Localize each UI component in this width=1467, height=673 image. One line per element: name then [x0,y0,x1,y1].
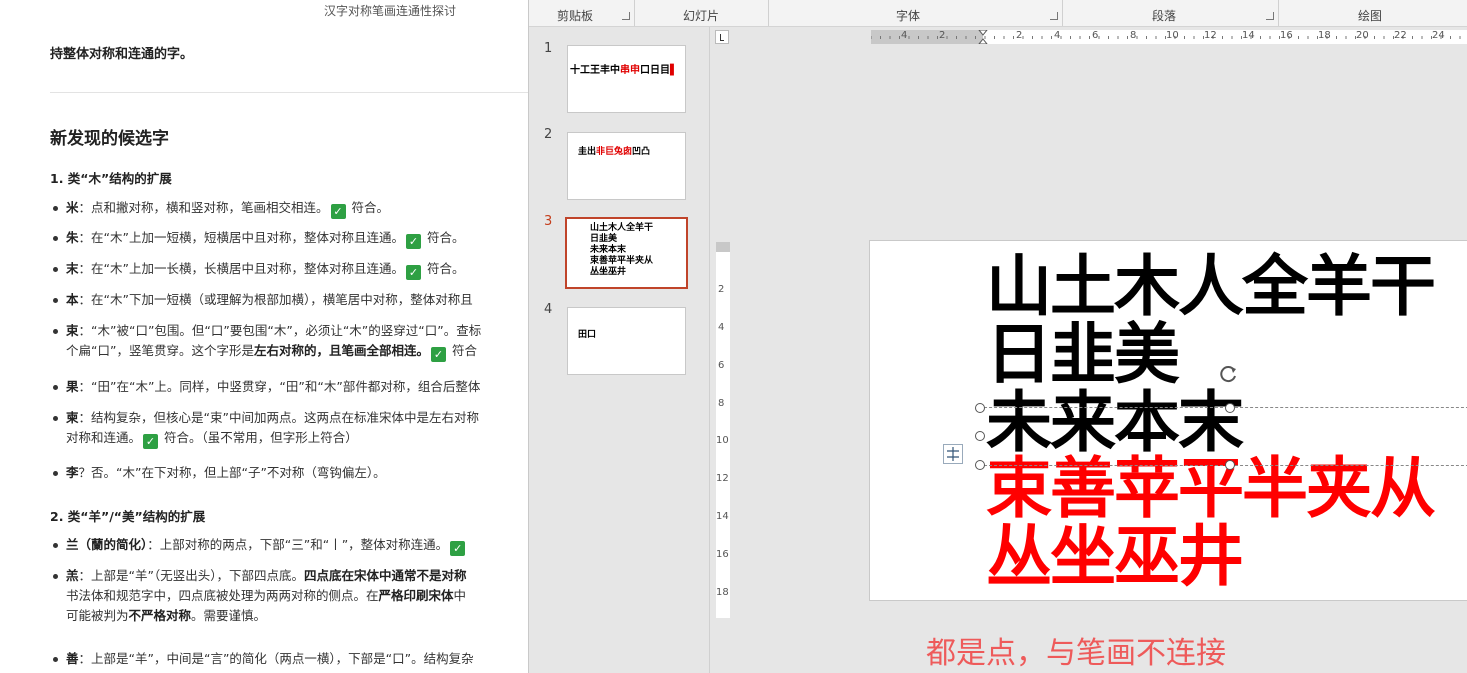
check-icon: ✓ [405,265,421,280]
slide-text-line[interactable]: 山土木人全羊干 [986,253,1436,321]
list-item: 本：在“木”下加一短横（或理解为根部加横），横笔居中对称，整体对称且 [50,290,528,310]
check-icon: ✓ [143,434,159,449]
annotation-text: 都是点，与笔画不连接 [926,636,1226,671]
ribbon-group-drawing[interactable]: 绘图 [1278,0,1467,26]
resize-handle[interactable] [975,431,985,441]
slide-number: 3 [544,214,553,229]
ribbon-group-clipboard[interactable]: 剪贴板 [529,0,635,26]
list-item: 束：“木”被“口”包围。但“口”要包围“木”，必须让“木”的竖穿过“口”。查标 … [50,321,528,362]
resize-handle[interactable] [1225,403,1235,413]
slide-number: 2 [544,127,553,142]
powerpoint-window: 剪贴板 幻灯片 字体 段落 绘图 1 十工王丰中串申口日目▌ 2 圭出非巨兔囱凹… [528,0,1467,673]
dialog-launcher-icon [1050,12,1058,20]
slide-thumbnail-1[interactable]: 十工王丰中串申口日目▌ [567,45,686,113]
list-item: 朱：在“木”上加一短横，短横居中且对称，整体对称且连通。 ✓ 符合。 [50,228,528,249]
ribbon-group-paragraph[interactable]: 段落 [1062,0,1279,26]
ribbon-group-font[interactable]: 字体 [768,0,1063,26]
resize-handle[interactable] [1225,460,1235,470]
list-item: 善：上部是“羊”，中间是“言”的简化（两点一横），下部是“口”。结构复杂 [50,649,528,669]
slide-thumbnail-pane[interactable]: 1 十工王丰中串申口日目▌ 2 圭出非巨兔囱凹凸 3 山土木人全羊干 日韭美 未… [529,27,710,673]
list-item: 羔：上部是“羊”（无竖出头），下部四点底。四点底在宋体中通常不是对称 书法体和规… [50,566,528,626]
intro-text: 持整体对称和连通的字。 [50,47,194,62]
ribbon: 剪贴板 幻灯片 字体 段落 绘图 [529,0,1467,27]
slide-thumbnail-3[interactable]: 山土木人全羊干 日韭美 未来本末 束善苹平半夹从 丛坐巫井 [565,217,688,289]
rotate-handle-icon[interactable] [1219,364,1237,383]
check-icon: ✓ [450,541,466,556]
list-item: 李？否。“木”在下对称，但上部“子”不对称（弯钩偏左）。 [50,463,528,483]
tab-selector[interactable] [715,30,729,44]
slide-canvas[interactable]: 山土木人全羊干 日韭美 未来本末 束善苹平半夹从 丛坐巫井 [869,240,1467,601]
check-icon: ✓ [330,204,346,219]
list-item: 果：“田”在“木”上。同样，中竖贯穿，“田”和“木”部件都对称，组合后整体 [50,377,528,397]
vertical-ruler[interactable]: 2 4 6 8 10 12 14 16 18 [716,242,730,618]
list-item: 柬：结构复杂，但核心是“束”中间加两点。这两点在标准宋体中是左右对称 对称和连通… [50,408,528,449]
slide-text-line[interactable]: 丛坐巫井 [986,523,1244,591]
ribbon-group-slides[interactable]: 幻灯片 [634,0,769,26]
subsection-title-1: 1. 类“木”结构的扩展 [50,171,172,186]
slide-thumbnail-4[interactable]: 田口 [567,307,686,375]
slide-text-line[interactable]: 日韭美 [986,321,1180,389]
resize-handle[interactable] [975,403,985,413]
document-title: 汉字对称笔画连通性探讨 [323,4,456,18]
indent-marker-icon[interactable] [978,30,988,44]
slide-number: 1 [544,41,553,56]
check-icon: ✓ [430,347,446,362]
selected-textbox-outline[interactable] [979,407,1467,466]
list-item: 兰（蘭的简化）：上部对称的两点，下部“三”和“丨”，整体对称连通。 ✓ [50,535,528,556]
resize-handle[interactable] [975,460,985,470]
section-heading: 新发现的候选字 [50,129,169,149]
list-item: 末：在“木”上加一长横，长横居中且对称，整体对称且连通。 ✓ 符合。 [50,259,528,280]
list-item: 米：点和撇对称，横和竖对称，笔画相交相连。 ✓ 符合。 [50,198,528,219]
dialog-launcher-icon [622,12,630,20]
layout-options-icon[interactable] [943,444,963,464]
horizontal-ruler[interactable]: 4 2 2 4 6 8 10 12 14 16 18 20 22 24 [871,30,1467,44]
dialog-launcher-icon [1266,12,1274,20]
slide-thumbnail-2[interactable]: 圭出非巨兔囱凹凸 [567,132,686,200]
divider [50,92,528,93]
check-icon: ✓ [405,234,421,249]
document-pane[interactable]: 汉字对称笔画连通性探讨 持整体对称和连通的字。 新发现的候选字 1. 类“木”结… [0,0,528,673]
subsection-title-2: 2. 类“羊”/“美”结构的扩展 [50,509,206,524]
slide-number: 4 [544,302,553,317]
